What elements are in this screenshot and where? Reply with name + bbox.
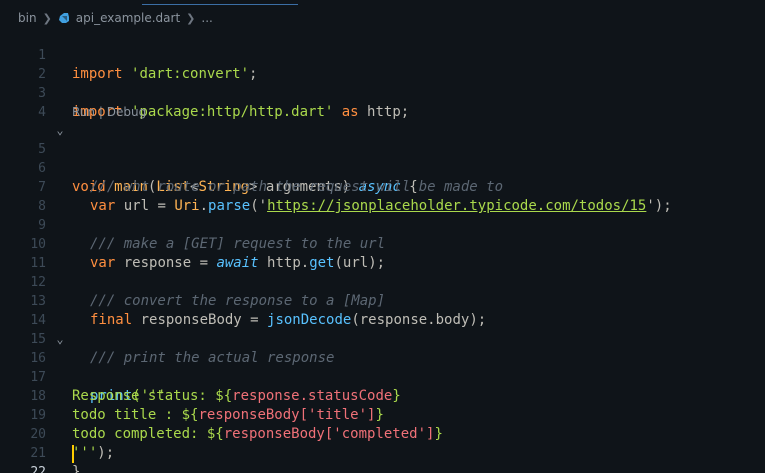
code-line: 21 } (0, 425, 765, 473)
breadcrumb-folder[interactable]: bin (18, 11, 37, 25)
code-line: 17 Response status: ${response.statusCod… (0, 349, 765, 404)
code-line: 5 ⌄ void main(List<String> arguments) as… (0, 121, 765, 195)
line-text: } (72, 464, 81, 473)
codelens: Run | Debug (72, 105, 147, 119)
code-line: 9 /// make a [GET] request to the url (0, 197, 765, 252)
code-line: 13 final responseBody = jsonDecode(respo… (0, 273, 765, 328)
tab-accent-line (142, 4, 298, 5)
code-line: 20 '''); (0, 406, 765, 461)
code-line-active: 22 (0, 444, 765, 473)
chevron-right-icon: ❯ (42, 11, 52, 25)
code-line: 18 todo title : ${responseBody['title']} (0, 368, 765, 423)
code-area[interactable]: 1 import 'dart:convert'; 2 3 import 'pac… (0, 27, 765, 473)
code-line: 16 ⌄ print(''' (0, 330, 765, 404)
code-line: 7 var url = Uri.parse('https://jsonplace… (0, 159, 765, 214)
code-line: 11 (0, 235, 765, 271)
code-line: 15 /// print the actual response (0, 311, 765, 366)
code-line: 10 var response = await http.get(url); (0, 216, 765, 271)
code-line: 4 (0, 84, 765, 120)
run-codelens[interactable]: Run (72, 105, 95, 119)
line-number: 22 (30, 465, 46, 473)
code-editor[interactable]: bin ❯ api_example.dart ❯ ... 1 import 'd… (0, 0, 765, 473)
code-line: 2 (0, 46, 765, 82)
fold-chevron-icon[interactable]: ⌄ (54, 330, 66, 349)
codelens-row: Run | Debug (0, 103, 765, 121)
breadcrumb: bin ❯ api_example.dart ❯ ... (0, 8, 213, 28)
code-line: 8 (0, 178, 765, 214)
code-line: 1 import 'dart:convert'; (0, 27, 765, 82)
chevron-right-icon: ❯ (186, 11, 196, 25)
code-line: 14 (0, 292, 765, 328)
code-line: 19 todo completed: ${responseBody['compl… (0, 387, 765, 442)
debug-codelens[interactable]: Debug (107, 105, 146, 119)
text-cursor (72, 445, 74, 463)
dart-file-icon (58, 13, 69, 23)
code-line: 6 /// wht route or path the request will… (0, 140, 765, 195)
breadcrumb-file[interactable]: api_example.dart (76, 11, 180, 25)
breadcrumb-symbols[interactable]: ... (201, 11, 212, 25)
code-line: 3 import 'package:http/http.dart' as htt… (0, 65, 765, 120)
code-line: 12 /// convert the response to a [Map] (0, 254, 765, 309)
fold-chevron-icon[interactable]: ⌄ (54, 121, 66, 140)
